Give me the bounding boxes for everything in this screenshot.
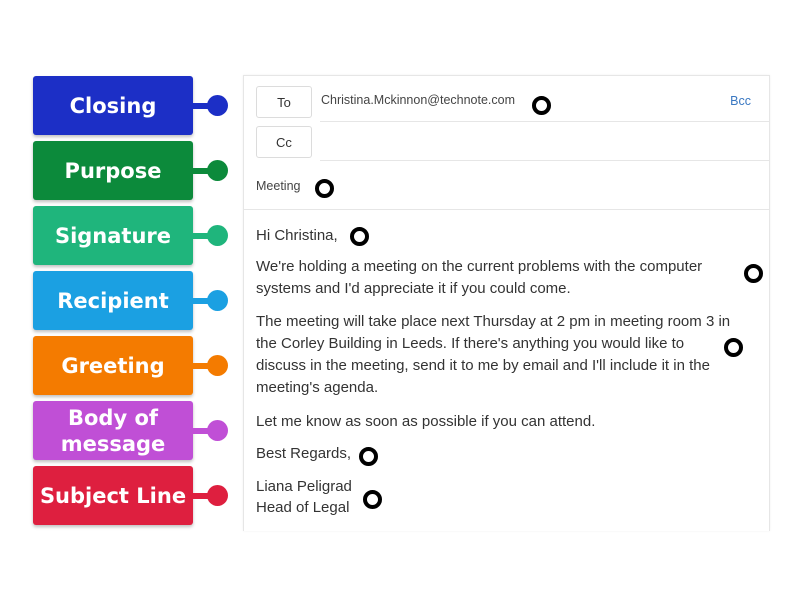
connector-pin-icon[interactable] bbox=[207, 420, 228, 441]
closing-text: Best Regards, bbox=[256, 445, 352, 462]
drop-target-greeting[interactable] bbox=[350, 227, 369, 246]
text-line: The meeting will take place next Thursda… bbox=[256, 313, 731, 330]
label-text: Closing bbox=[69, 93, 157, 118]
email-compose-panel: To Christina.Mckinnon@technote.com Bcc C… bbox=[243, 75, 770, 531]
text-line: discuss in the meeting, send it to me by… bbox=[256, 357, 710, 374]
drop-target-subject[interactable] bbox=[315, 179, 334, 198]
to-field[interactable]: Christina.Mckinnon@technote.com bbox=[321, 93, 515, 107]
label-tile-body-of-message[interactable]: Body of message bbox=[33, 401, 228, 460]
label-text: Body of message bbox=[60, 405, 166, 456]
signature-title: Head of Legal bbox=[256, 499, 350, 516]
divider bbox=[244, 209, 769, 210]
connector-pin-icon[interactable] bbox=[207, 485, 228, 506]
signature-name: Liana Peligrad bbox=[256, 478, 352, 495]
signature-block: Liana Peligrad Head of Legal bbox=[256, 476, 352, 518]
drop-target-body[interactable] bbox=[724, 338, 743, 357]
text-line: the Corley Building in Leeds. If there's… bbox=[256, 335, 685, 352]
subject-field[interactable]: Meeting bbox=[256, 179, 300, 193]
label-text: Greeting bbox=[61, 353, 165, 378]
closing-request-text: Let me know as soon as possible if you c… bbox=[256, 413, 596, 430]
connector-pin-icon[interactable] bbox=[207, 355, 228, 376]
to-button[interactable]: To bbox=[256, 86, 312, 118]
text-line: We're holding a meeting on the current p… bbox=[256, 258, 703, 275]
cc-button[interactable]: Cc bbox=[256, 126, 312, 158]
label-text: Recipient bbox=[57, 288, 169, 313]
divider bbox=[320, 160, 769, 161]
drop-target-signature[interactable] bbox=[363, 490, 382, 509]
text-line: meeting's agenda. bbox=[256, 379, 379, 396]
label-tile-greeting[interactable]: Greeting bbox=[33, 336, 228, 395]
label-tile-subject-line[interactable]: Subject Line bbox=[33, 466, 228, 525]
label-text: Signature bbox=[54, 223, 172, 248]
purpose-paragraph: We're holding a meeting on the current p… bbox=[256, 256, 702, 300]
label-text: Subject Line bbox=[39, 483, 187, 508]
drop-target-closing[interactable] bbox=[359, 447, 378, 466]
body-paragraph: The meeting will take place next Thursda… bbox=[256, 311, 730, 399]
drop-target-purpose[interactable] bbox=[744, 264, 763, 283]
connector-pin-icon[interactable] bbox=[207, 290, 228, 311]
label-tile-signature[interactable]: Signature bbox=[33, 206, 228, 265]
connector-pin-icon[interactable] bbox=[207, 225, 228, 246]
drop-target-recipient[interactable] bbox=[532, 96, 551, 115]
connector-pin-icon[interactable] bbox=[207, 160, 228, 181]
divider bbox=[320, 121, 769, 122]
label-text: Purpose bbox=[64, 158, 162, 183]
text-line: systems and I'd appreciate it if you cou… bbox=[256, 280, 571, 297]
label-tile-recipient[interactable]: Recipient bbox=[33, 271, 228, 330]
label-tile-purpose[interactable]: Purpose bbox=[33, 141, 228, 200]
bcc-link[interactable]: Bcc bbox=[730, 94, 751, 108]
label-tile-closing[interactable]: Closing bbox=[33, 76, 228, 135]
connector-pin-icon[interactable] bbox=[207, 95, 228, 116]
greeting-text: Hi Christina, bbox=[256, 227, 338, 244]
